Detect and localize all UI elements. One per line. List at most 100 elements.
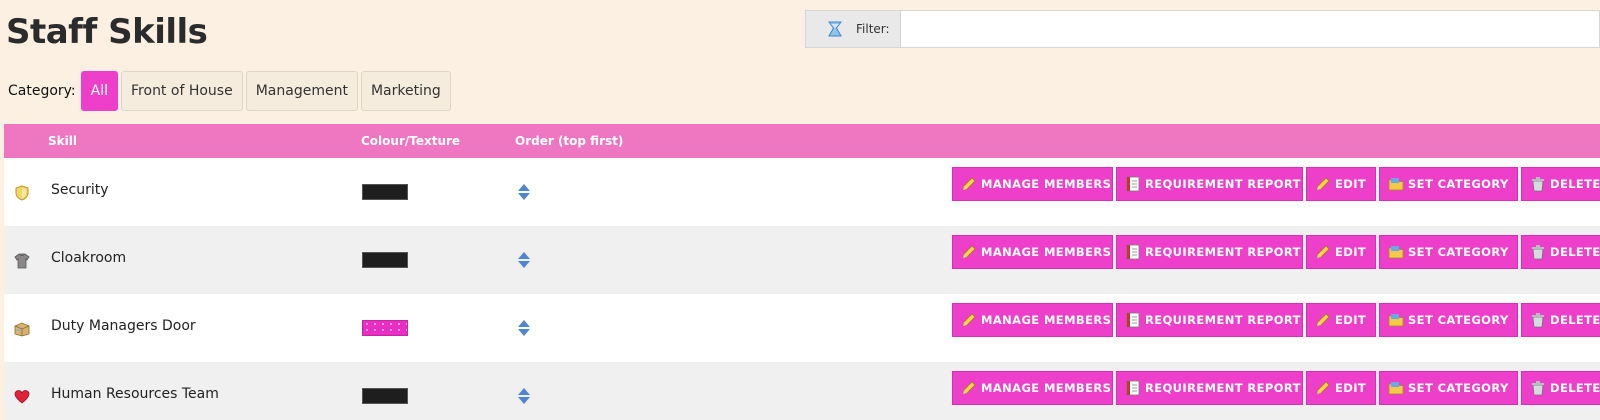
edit-label: EDIT <box>1335 177 1367 191</box>
skill-name: Security <box>51 182 109 198</box>
pencil-icon <box>1316 313 1330 327</box>
filter-label-box: Filter: <box>806 11 901 47</box>
header-order: Order (top first) <box>515 134 624 148</box>
set-category-label: SET CATEGORY <box>1408 245 1509 259</box>
requirement-report-button[interactable]: REQUIREMENT REPORT <box>1116 167 1303 201</box>
set-category-button[interactable]: SET CATEGORY <box>1379 167 1518 201</box>
edit-label: EDIT <box>1335 245 1367 259</box>
delete-button[interactable]: DELETE <box>1521 235 1600 269</box>
pencil-icon <box>962 313 976 327</box>
manage-members-label: MANAGE MEMBERS <box>981 245 1112 259</box>
pencil-icon <box>1316 381 1330 395</box>
delete-label: DELETE <box>1550 313 1600 327</box>
table-row: Security MANAGE MEMBERS REQUIREMENT REPO… <box>4 158 1600 226</box>
delete-button[interactable]: DELETE <box>1521 167 1600 201</box>
trash-icon <box>1532 313 1544 328</box>
category-bar: Category: All Front of House Management … <box>8 71 454 111</box>
manage-members-label: MANAGE MEMBERS <box>981 381 1112 395</box>
table-header: Skill Colour/Texture Order (top first) <box>4 124 1600 158</box>
header-skill: Skill <box>48 134 77 148</box>
box-icon <box>14 322 30 337</box>
requirement-report-button[interactable]: REQUIREMENT REPORT <box>1116 371 1303 405</box>
edit-button[interactable]: EDIT <box>1306 235 1376 269</box>
report-book-icon <box>1126 380 1140 396</box>
edit-button[interactable]: EDIT <box>1306 371 1376 405</box>
filter-bar: Filter: <box>805 10 1600 48</box>
pencil-icon <box>1316 177 1330 191</box>
row-actions: MANAGE MEMBERS REQUIREMENT REPORT EDIT S… <box>952 371 1600 405</box>
reorder-arrows-icon[interactable] <box>517 319 531 337</box>
manage-members-label: MANAGE MEMBERS <box>981 313 1112 327</box>
requirement-report-label: REQUIREMENT REPORT <box>1145 381 1301 395</box>
delete-label: DELETE <box>1550 381 1600 395</box>
reorder-arrows-icon[interactable] <box>517 387 531 405</box>
table-row: Duty Managers Door MANAGE MEMBERS REQUIR… <box>4 294 1600 362</box>
category-management-button[interactable]: Management <box>245 71 358 111</box>
set-category-label: SET CATEGORY <box>1408 313 1509 327</box>
colour-swatch <box>362 252 408 268</box>
set-category-button[interactable]: SET CATEGORY <box>1379 303 1518 337</box>
folder-icon <box>1388 314 1404 327</box>
requirement-report-label: REQUIREMENT REPORT <box>1145 245 1301 259</box>
header-colour-texture: Colour/Texture <box>361 134 461 148</box>
trash-icon <box>1532 177 1544 192</box>
manage-members-button[interactable]: MANAGE MEMBERS <box>952 235 1113 269</box>
pencil-icon <box>962 381 976 395</box>
skill-name: Duty Managers Door <box>51 318 196 334</box>
trash-icon <box>1532 245 1544 260</box>
report-book-icon <box>1126 244 1140 260</box>
folder-icon <box>1388 382 1404 395</box>
row-actions: MANAGE MEMBERS REQUIREMENT REPORT EDIT S… <box>952 303 1600 337</box>
pencil-icon <box>1316 245 1330 259</box>
skill-name: Human Resources Team <box>51 386 219 402</box>
set-category-label: SET CATEGORY <box>1408 381 1509 395</box>
report-book-icon <box>1126 176 1140 192</box>
requirement-report-button[interactable]: REQUIREMENT REPORT <box>1116 235 1303 269</box>
colour-swatch <box>362 388 408 404</box>
colour-swatch <box>362 184 408 200</box>
table-row: Human Resources Team MANAGE MEMBERS REQU… <box>4 362 1600 420</box>
reorder-arrows-icon[interactable] <box>517 183 531 201</box>
edit-label: EDIT <box>1335 381 1367 395</box>
row-actions: MANAGE MEMBERS REQUIREMENT REPORT EDIT S… <box>952 235 1600 269</box>
category-front-of-house-button[interactable]: Front of House <box>121 71 243 111</box>
delete-button[interactable]: DELETE <box>1521 303 1600 337</box>
manage-members-button[interactable]: MANAGE MEMBERS <box>952 167 1113 201</box>
shield-icon <box>15 185 29 201</box>
filter-icon <box>828 21 842 37</box>
delete-button[interactable]: DELETE <box>1521 371 1600 405</box>
edit-button[interactable]: EDIT <box>1306 303 1376 337</box>
table-row: Cloakroom MANAGE MEMBERS REQUIREMENT REP… <box>4 226 1600 294</box>
set-category-label: SET CATEGORY <box>1408 177 1509 191</box>
pencil-icon <box>962 245 976 259</box>
set-category-button[interactable]: SET CATEGORY <box>1379 235 1518 269</box>
row-actions: MANAGE MEMBERS REQUIREMENT REPORT EDIT S… <box>952 167 1600 201</box>
set-category-button[interactable]: SET CATEGORY <box>1379 371 1518 405</box>
heart-icon <box>14 390 30 404</box>
category-label: Category: <box>8 83 76 99</box>
requirement-report-label: REQUIREMENT REPORT <box>1145 313 1301 327</box>
shirt-icon <box>14 253 30 269</box>
trash-icon <box>1532 381 1544 396</box>
filter-input[interactable] <box>901 11 1599 47</box>
page-title: Staff Skills <box>6 12 208 52</box>
manage-members-button[interactable]: MANAGE MEMBERS <box>952 371 1113 405</box>
delete-label: DELETE <box>1550 245 1600 259</box>
filter-label: Filter: <box>856 22 890 36</box>
edit-button[interactable]: EDIT <box>1306 167 1376 201</box>
folder-icon <box>1388 178 1404 191</box>
folder-icon <box>1388 246 1404 259</box>
edit-label: EDIT <box>1335 313 1367 327</box>
skill-name: Cloakroom <box>51 250 127 266</box>
report-book-icon <box>1126 312 1140 328</box>
manage-members-button[interactable]: MANAGE MEMBERS <box>952 303 1113 337</box>
requirement-report-button[interactable]: REQUIREMENT REPORT <box>1116 303 1303 337</box>
pencil-icon <box>962 177 976 191</box>
reorder-arrows-icon[interactable] <box>517 251 531 269</box>
category-all-button[interactable]: All <box>80 71 119 111</box>
requirement-report-label: REQUIREMENT REPORT <box>1145 177 1301 191</box>
skills-table: Skill Colour/Texture Order (top first) S… <box>4 124 1600 420</box>
colour-swatch <box>362 320 408 336</box>
manage-members-label: MANAGE MEMBERS <box>981 177 1112 191</box>
category-marketing-button[interactable]: Marketing <box>360 71 451 111</box>
